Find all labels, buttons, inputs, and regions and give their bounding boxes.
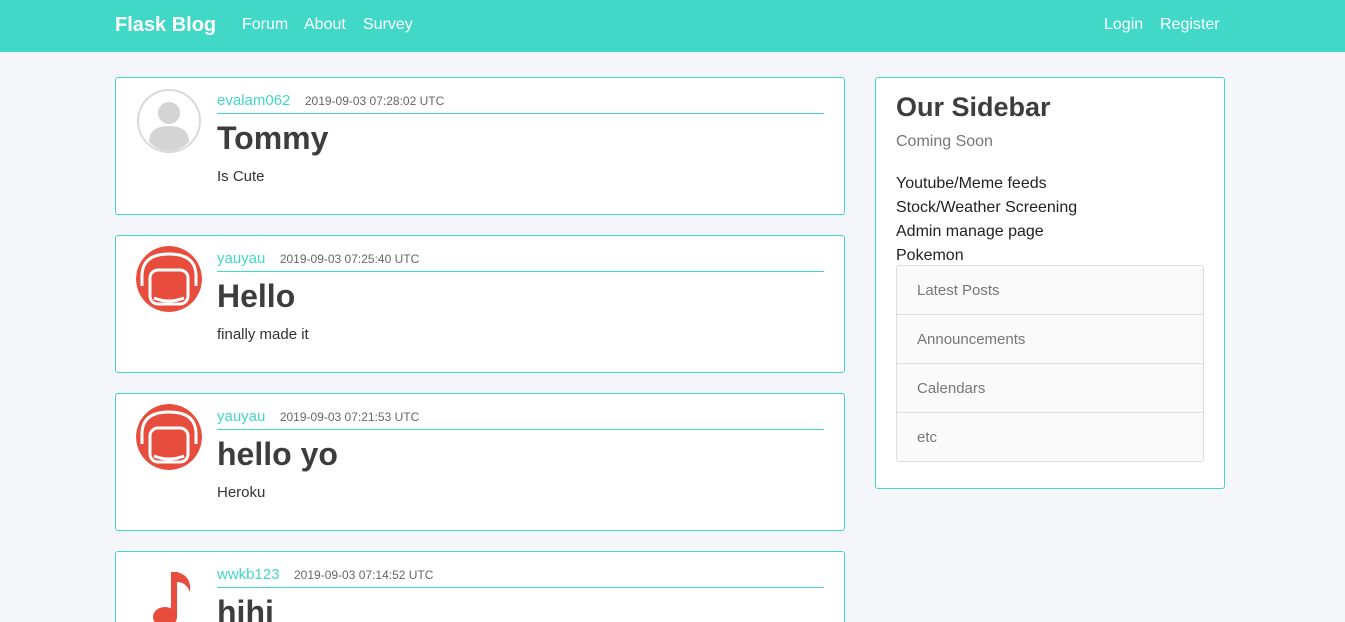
nav-forum[interactable]: Forum [242, 16, 288, 34]
post-title[interactable]: hihi [217, 594, 274, 622]
post-meta: yauyau 2019-09-03 07:25:40 UTC [217, 250, 824, 272]
post-title[interactable]: hello yo [217, 436, 338, 473]
post-content: Heroku [217, 484, 266, 501]
nav-survey[interactable]: Survey [363, 16, 413, 34]
post-meta: yauyau 2019-09-03 07:21:53 UTC [217, 408, 824, 430]
post-content: finally made it [217, 326, 309, 343]
post-card: yauyau 2019-09-03 07:21:53 UTC hello yo … [115, 393, 845, 531]
post-date: 2019-09-03 07:25:40 UTC [279, 252, 420, 266]
red-helmet-icon [136, 246, 202, 312]
post-meta: wwkb123 2019-09-03 07:14:52 UTC [217, 566, 824, 588]
sidebar-feature-list: Youtube/Meme feeds Stock/Weather Screeni… [896, 172, 1077, 268]
list-group-item-announcements[interactable]: Announcements [897, 315, 1203, 364]
post-author-link[interactable]: yauyau [217, 250, 265, 267]
post-author-link[interactable]: wwkb123 [217, 566, 280, 583]
brand-link[interactable]: Flask Blog [115, 14, 216, 37]
post-card: wwkb123 2019-09-03 07:14:52 UTC hihi [115, 551, 845, 622]
sidebar-subtitle: Coming Soon [896, 133, 993, 150]
post-card: evalam062 2019-09-03 07:28:02 UTC Tommy … [115, 77, 845, 215]
post-meta: evalam062 2019-09-03 07:28:02 UTC [217, 92, 824, 114]
red-helmet-icon [136, 404, 202, 470]
sidebar-feature-item: Youtube/Meme feeds [896, 175, 1047, 192]
default-user-icon [136, 88, 202, 154]
sidebar-title: Our Sidebar [896, 92, 1051, 122]
nav-login[interactable]: Login [1104, 16, 1143, 34]
nav-about[interactable]: About [304, 16, 346, 34]
navbar: Flask Blog Forum About Survey Login Regi… [0, 0, 1345, 52]
post-title[interactable]: Tommy [217, 120, 328, 157]
sidebar-list-group: Latest Posts Announcements Calendars etc [896, 265, 1204, 462]
list-group-item-latest-posts[interactable]: Latest Posts [897, 266, 1203, 315]
post-content: Is Cute [217, 168, 265, 185]
post-date: 2019-09-03 07:14:52 UTC [294, 568, 434, 582]
post-author-link[interactable]: evalam062 [217, 92, 290, 109]
post-date: 2019-09-03 07:28:02 UTC [304, 94, 445, 108]
sidebar-feature-item: Admin manage page [896, 223, 1044, 240]
sidebar: Our Sidebar Coming Soon Youtube/Meme fee… [875, 77, 1225, 489]
post-title[interactable]: Hello [217, 278, 295, 315]
list-group-item-etc[interactable]: etc [897, 413, 1203, 461]
post-author-link[interactable]: yauyau [217, 408, 265, 425]
music-note-icon [136, 562, 202, 622]
nav-register[interactable]: Register [1160, 16, 1220, 34]
sidebar-feature-item: Stock/Weather Screening [896, 199, 1078, 216]
post-date: 2019-09-03 07:21:53 UTC [279, 410, 420, 424]
post-card: yauyau 2019-09-03 07:25:40 UTC Hello fin… [115, 235, 845, 373]
list-group-item-calendars[interactable]: Calendars [897, 364, 1203, 413]
